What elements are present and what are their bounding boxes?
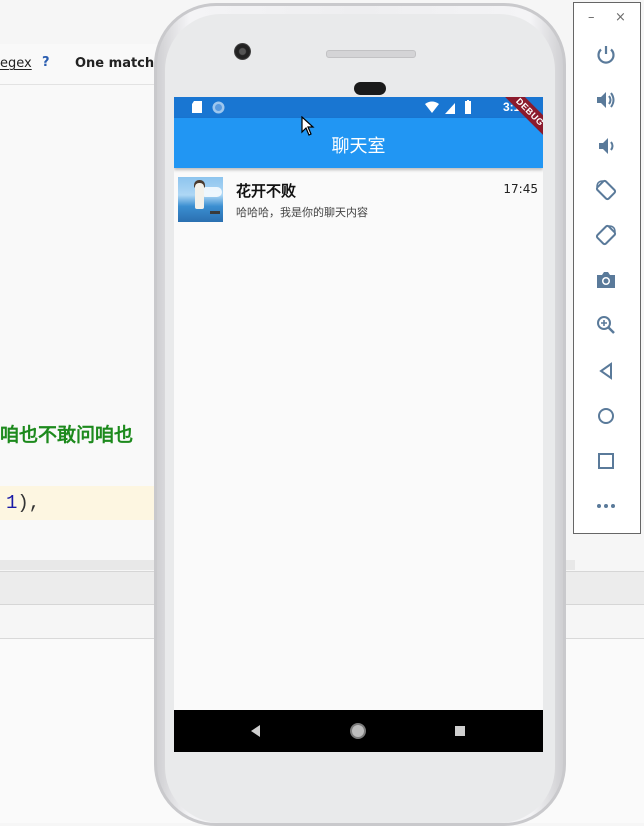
camera-icon[interactable] [594, 268, 618, 292]
speaker-grille [326, 50, 416, 58]
code-string-literal: 咱也不敢问咱也 [0, 424, 134, 446]
app-bar: 聊天室 [174, 118, 543, 168]
regex-help-link[interactable]: ? [42, 55, 50, 70]
app-title: 聊天室 [331, 136, 386, 157]
home-icon[interactable] [350, 723, 366, 739]
chat-message-preview: 哈哈哈，我是你的聊天内容 [236, 206, 368, 219]
minimize-button[interactable]: – [588, 10, 595, 25]
power-icon[interactable] [594, 43, 618, 67]
chat-timestamp: 17:45 [503, 182, 538, 196]
sd-card-icon [192, 101, 202, 113]
regex-option[interactable]: egex [0, 56, 32, 71]
signal-battery-icons [425, 100, 471, 114]
match-count: One match [75, 56, 155, 71]
volume-up-icon[interactable] [594, 88, 618, 112]
code-number: 1 [6, 492, 18, 514]
chat-contact-name: 花开不败 [236, 182, 297, 200]
rotate-right-icon[interactable] [594, 223, 618, 247]
volume-down-icon[interactable] [594, 134, 618, 158]
home-icon[interactable] [594, 404, 618, 428]
phone-screen: 3:15 聊天室 DEBUG 花开不败 哈哈哈，我是你的聊天内容 17:45 [174, 97, 543, 752]
recent-apps-icon[interactable] [455, 726, 465, 736]
back-icon[interactable] [594, 359, 618, 383]
chat-list-item[interactable]: 花开不败 哈哈哈，我是你的聊天内容 17:45 [174, 173, 543, 227]
code-punctuation: ), [17, 492, 41, 514]
overview-icon[interactable] [594, 449, 618, 473]
mouse-cursor-icon [301, 116, 315, 136]
sync-icon [212, 101, 225, 114]
rotate-left-icon[interactable] [594, 178, 618, 202]
earpiece [354, 82, 386, 95]
back-icon[interactable] [251, 725, 260, 737]
status-bar: 3:15 [174, 97, 543, 118]
close-button[interactable]: × [615, 10, 626, 25]
zoom-icon[interactable] [594, 313, 618, 337]
avatar [178, 177, 223, 222]
android-nav-bar [174, 710, 543, 752]
emulator-toolbar: – × [573, 2, 641, 534]
front-camera [234, 43, 251, 60]
more-icon[interactable] [594, 494, 618, 518]
code-line: 1), [6, 492, 40, 514]
